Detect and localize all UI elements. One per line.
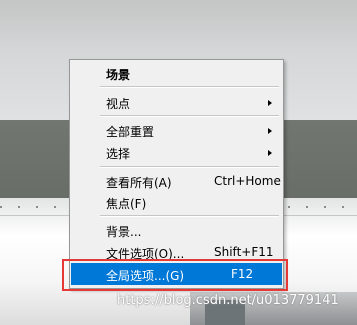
submenu-arrow-icon (268, 100, 272, 106)
menu-item-label: 全部重置 (106, 125, 155, 139)
menu-item-focus[interactable]: 焦点(F) (70, 191, 283, 213)
annotation-highlight-box (62, 259, 288, 291)
menu-separator (100, 86, 279, 88)
menu-item-viewpoint[interactable]: 视点 (70, 91, 283, 113)
menu-separator (100, 166, 279, 168)
menu-header-scene: 场景 (70, 62, 283, 84)
menu-item-reset-all[interactable]: 全部重置 (70, 119, 283, 141)
menu-item-label: 背景... (106, 225, 142, 239)
context-menu: 场景 视点 全部重置 选择 查看所有(A) Ctrl+Home 焦点(F) 背景… (69, 59, 284, 289)
menu-item-background[interactable]: 背景... (70, 219, 283, 241)
menu-item-label: 焦点(F) (106, 197, 147, 211)
menu-header-label: 场景 (106, 68, 131, 82)
menu-item-label: 查看所有(A) (106, 176, 172, 190)
menu-item-select[interactable]: 选择 (70, 141, 283, 163)
menu-item-label: 视点 (106, 97, 131, 111)
menu-separator (100, 215, 279, 217)
watermark-url: https://blog.csdn.net/u013779141 (117, 293, 339, 308)
submenu-arrow-icon (268, 150, 272, 156)
submenu-arrow-icon (268, 128, 272, 134)
menu-item-label: 选择 (106, 147, 131, 161)
menu-item-shortcut: Shift+F11 (214, 245, 274, 259)
menu-item-shortcut: Ctrl+Home (214, 174, 281, 188)
menu-separator (100, 115, 279, 117)
menu-item-view-all[interactable]: 查看所有(A) Ctrl+Home (70, 170, 283, 192)
